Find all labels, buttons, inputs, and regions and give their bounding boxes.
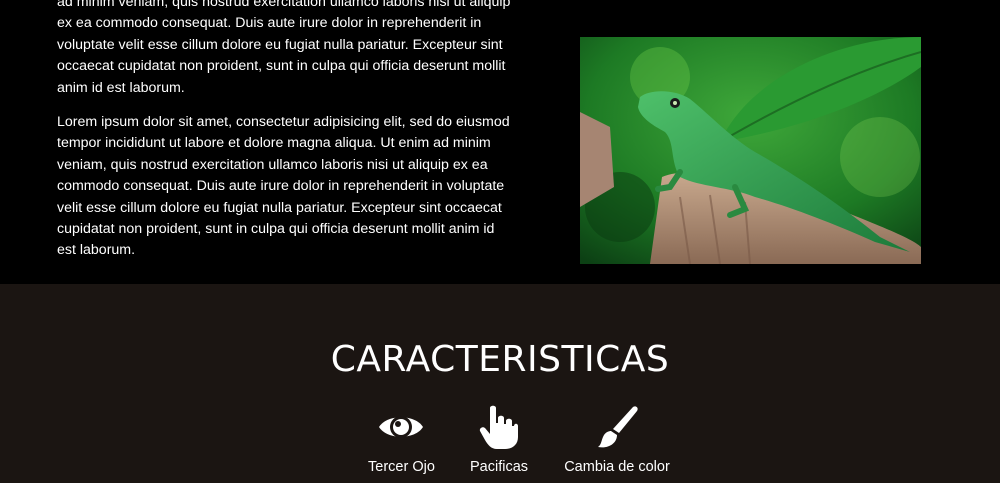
lizard-photo — [580, 37, 921, 264]
feature-color-change: Cambia de color — [563, 404, 671, 475]
feature-label: Tercer Ojo — [368, 459, 435, 475]
intro-paragraph: Lorem ipsum dolor sit amet, consectetur … — [57, 114, 510, 259]
feature-label: Pacificas — [470, 459, 529, 475]
paint-brush-icon — [563, 404, 671, 450]
intro-paragraph: ad minim veniam, quis nostrud exercitati… — [57, 0, 511, 96]
feature-third-eye: Tercer Ojo — [368, 404, 435, 475]
feature-label: Cambia de color — [564, 459, 670, 475]
features-title: CARACTERISTICAS — [330, 339, 670, 380]
intro-text: ad minim veniam, quis nostrud exercitati… — [57, 0, 517, 275]
hand-pointer-icon — [470, 404, 528, 450]
intro-section: ad minim veniam, quis nostrud exercitati… — [0, 0, 1000, 284]
features-section: CARACTERISTICAS Tercer Ojo Pacificas Cam… — [0, 284, 1000, 483]
eye-icon — [368, 404, 434, 450]
feature-peaceful: Pacificas — [470, 404, 528, 475]
